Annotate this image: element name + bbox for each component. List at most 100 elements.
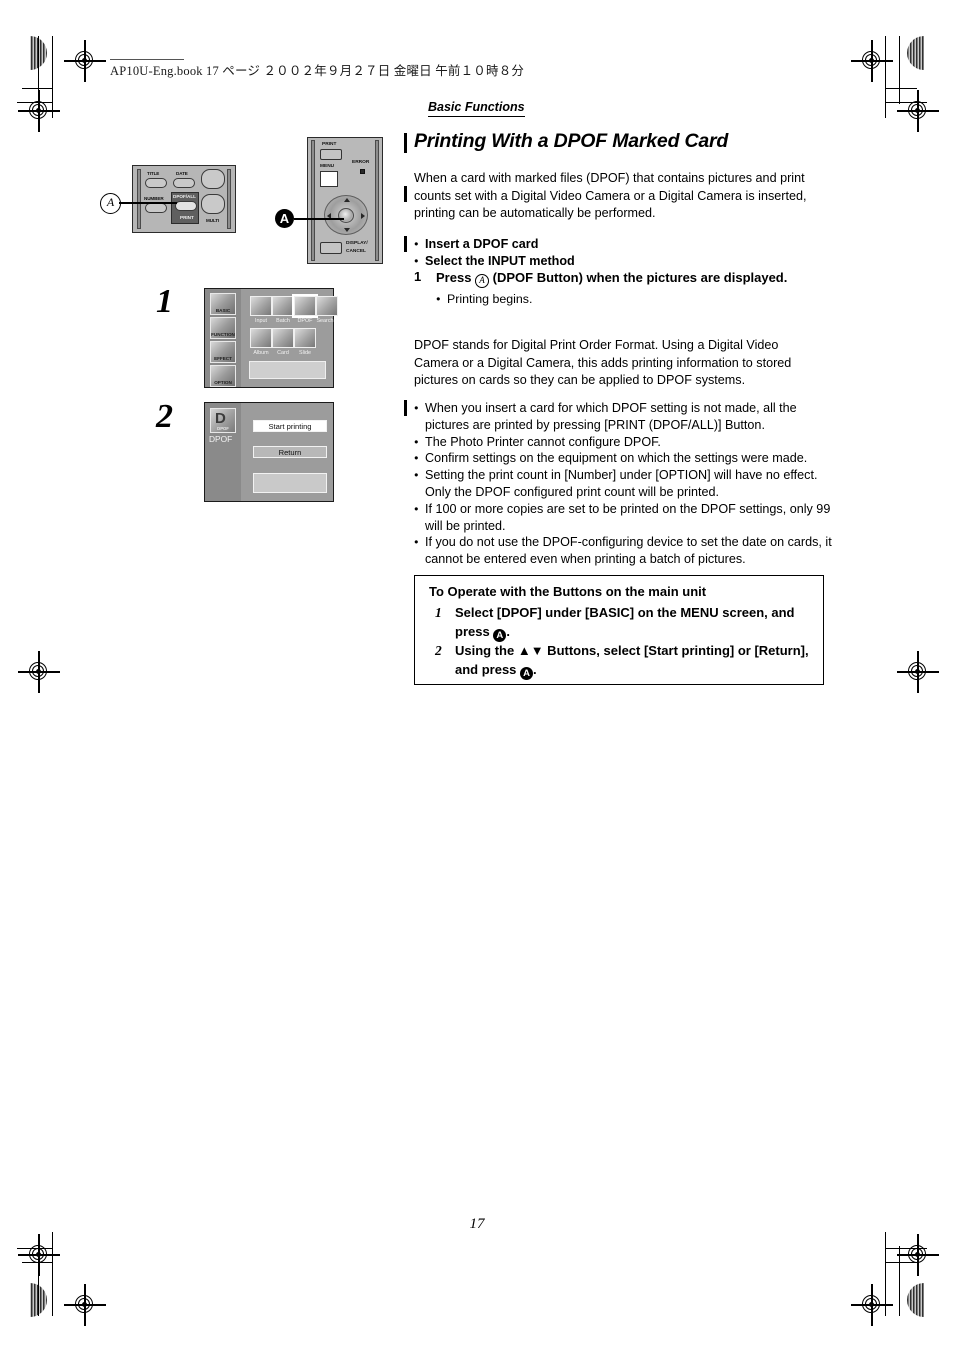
operate-step-number: 1 bbox=[435, 605, 442, 620]
figure-step-marker-1: 1 bbox=[156, 283, 173, 320]
remote-key-label-multi: MULTI bbox=[206, 218, 220, 223]
list-item: Confirm settings on the equipment on whi… bbox=[414, 450, 832, 467]
list-item: Select the INPUT method bbox=[414, 253, 832, 270]
remote-right-rail bbox=[227, 169, 231, 229]
crop-line bbox=[885, 36, 887, 118]
up-arrow-icon[interactable] bbox=[344, 198, 350, 202]
menu-item-search[interactable] bbox=[316, 296, 338, 316]
center-enter-button[interactable] bbox=[338, 208, 354, 223]
remote-select-button[interactable] bbox=[201, 194, 225, 214]
panel-menu-button[interactable] bbox=[320, 171, 338, 187]
panel-print-button[interactable] bbox=[320, 149, 342, 160]
revision-bar bbox=[404, 133, 408, 153]
registration-mark-lower-right bbox=[897, 1234, 939, 1276]
registration-mark-top-right bbox=[851, 40, 893, 82]
dpof-icon-sublabel: DPOF bbox=[217, 426, 229, 431]
chapter-label: Basic Functions bbox=[428, 100, 525, 117]
operate-step-text-after: . bbox=[533, 661, 537, 677]
printer-color-bar-top-right bbox=[907, 36, 941, 70]
list-item: When you insert a card for which DPOF se… bbox=[414, 400, 832, 434]
menu-tab-label: FUNCTION bbox=[211, 332, 235, 337]
callout-letter-a-filled: A bbox=[275, 209, 294, 228]
panel-right-edge bbox=[375, 140, 379, 261]
panel-label-print: PRINT bbox=[322, 142, 337, 147]
crop-line bbox=[17, 102, 53, 104]
remote-number-button[interactable] bbox=[145, 203, 167, 213]
registration-mark-bottom-right bbox=[851, 1284, 893, 1326]
menu-item-card[interactable] bbox=[272, 328, 294, 348]
remote-key-label-title: TITLE bbox=[147, 171, 160, 176]
printer-color-bar-top-left bbox=[13, 36, 47, 70]
menu-tab-label: OPTION bbox=[214, 380, 232, 385]
remote-dpof-button[interactable] bbox=[175, 201, 197, 211]
panel-display-cancel-button[interactable] bbox=[320, 242, 342, 254]
remote-key-label-print: PRINT bbox=[180, 215, 194, 220]
remote-copy-button[interactable] bbox=[201, 169, 225, 189]
dpof-icon: D DPOF bbox=[210, 408, 236, 433]
step-text-before: Press bbox=[436, 270, 476, 285]
menu-tab-basic[interactable]: BASIC bbox=[210, 293, 236, 315]
direction-pad[interactable] bbox=[324, 195, 368, 235]
revision-bar bbox=[404, 186, 408, 202]
crop-line bbox=[52, 1232, 54, 1316]
dpof-screen-figure: D DPOF DPOF Start printing Return bbox=[204, 402, 334, 502]
right-arrow-icon[interactable] bbox=[361, 213, 365, 219]
figure-step-marker-2: 2 bbox=[156, 398, 173, 435]
crop-line bbox=[899, 1246, 901, 1316]
panel-label-display: DISPLAY/ bbox=[346, 241, 368, 246]
dpof-icon-glyph: D bbox=[215, 410, 226, 427]
remote-date-button[interactable] bbox=[173, 178, 195, 188]
panel-label-menu: MENU bbox=[320, 164, 335, 169]
step-subnote: Printing begins. bbox=[436, 290, 816, 308]
dpof-start-printing-button[interactable]: Start printing bbox=[253, 420, 327, 432]
crop-line bbox=[22, 1262, 53, 1264]
remote-title-button[interactable] bbox=[145, 178, 167, 188]
menu-item-input[interactable] bbox=[250, 296, 272, 316]
dpof-button-callout-icon: A bbox=[475, 274, 490, 288]
printer-color-bar-bottom-left bbox=[13, 1283, 47, 1317]
crop-line bbox=[885, 1232, 887, 1316]
menu-item-album[interactable] bbox=[250, 328, 272, 348]
menu-screen-figure: BASIC FUNCTION EFFECT OPTION Input Batch… bbox=[204, 288, 338, 388]
panel-label-error: ERROR bbox=[352, 160, 370, 165]
registration-mark-mid-left bbox=[18, 651, 60, 693]
menu-item-slide[interactable] bbox=[294, 328, 316, 348]
dpof-return-button[interactable]: Return bbox=[253, 446, 327, 458]
remote-dpof-all-pad[interactable]: DPOF/ALL PRINT bbox=[171, 192, 199, 224]
crop-line bbox=[17, 1248, 53, 1250]
list-item: If 100 or more copies are set to be prin… bbox=[414, 501, 832, 535]
menu-tab-label: BASIC bbox=[215, 308, 231, 313]
registration-mark-upper-right bbox=[897, 90, 939, 132]
step-instruction: Press A (DPOF Button) when the pictures … bbox=[436, 269, 816, 308]
crop-line bbox=[886, 88, 917, 90]
page-title: Printing With a DPOF Marked Card bbox=[414, 130, 729, 152]
book-file-header: AP10U-Eng.book 17 ページ ２００２年９月２７日 金曜日 午前１… bbox=[110, 59, 524, 79]
remote-control-figure: TITLE DATE COPY NUMBER DPOF/ALL PRINT SE… bbox=[132, 165, 236, 233]
operate-step-number: 2 bbox=[435, 643, 442, 658]
revision-bar bbox=[404, 236, 408, 252]
crop-line bbox=[886, 1262, 917, 1264]
callout-leader-line bbox=[294, 218, 344, 220]
document-page: AP10U-Eng.book 17 ページ ２００２年９月２７日 金曜日 午前１… bbox=[0, 0, 954, 1351]
operate-step-text: Using the ▲▼ Buttons, select [Start prin… bbox=[455, 642, 815, 680]
menu-item-dpof[interactable] bbox=[292, 294, 318, 318]
operate-with-buttons-box: To Operate with the Buttons on the main … bbox=[414, 575, 824, 685]
list-item: Insert a DPOF card bbox=[414, 236, 832, 253]
page-number: 17 bbox=[469, 1216, 485, 1232]
step-text-after: (DPOF Button) when the pictures are disp… bbox=[489, 270, 788, 285]
menu-tab-option[interactable]: OPTION bbox=[210, 365, 236, 387]
prerequisite-list: Insert a DPOF card Select the INPUT meth… bbox=[414, 236, 832, 269]
menu-tab-label: EFFECT bbox=[214, 356, 232, 361]
menu-tab-function[interactable]: FUNCTION bbox=[210, 317, 236, 339]
step-number: 1 bbox=[414, 269, 422, 284]
registration-mark-bottom-left bbox=[64, 1284, 106, 1326]
remote-left-rail bbox=[137, 169, 141, 229]
menu-item-batch[interactable] bbox=[272, 296, 294, 316]
remote-key-label-date: DATE bbox=[176, 171, 188, 176]
menu-item-label: Search bbox=[316, 318, 334, 324]
menu-tab-effect[interactable]: EFFECT bbox=[210, 341, 236, 363]
down-arrow-icon[interactable] bbox=[344, 228, 350, 232]
panel-label-cancel: CANCEL bbox=[346, 249, 366, 254]
panel-left-edge bbox=[311, 140, 315, 261]
operate-step-text-before: Using the ▲▼ Buttons, select [Start prin… bbox=[455, 643, 809, 677]
